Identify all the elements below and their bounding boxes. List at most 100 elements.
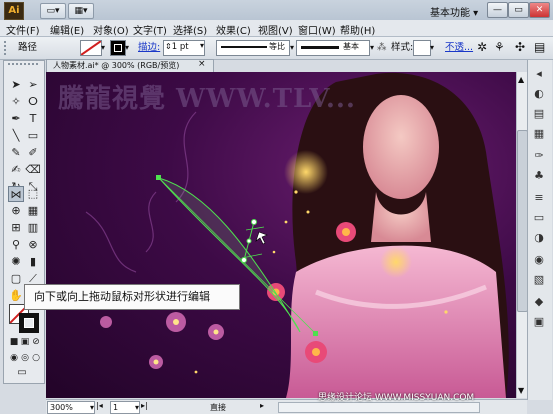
recolor-icon[interactable]: ✲ — [477, 40, 487, 54]
zoom-value: 300% — [50, 403, 73, 412]
zoom-dropdown-icon[interactable]: ▾ — [90, 402, 94, 413]
stroke-link[interactable]: 描边: — [138, 41, 160, 55]
none-mode-icon[interactable]: ⊘ — [28, 334, 44, 350]
layers-panel-icon[interactable]: ◆ — [531, 294, 547, 310]
gradient-tool-icon[interactable]: ▥ — [25, 220, 41, 236]
artboard-tool-icon[interactable]: ▢ — [8, 271, 24, 287]
selection-type-label: 路径 — [18, 42, 38, 53]
artboard-canvas[interactable]: 騰龍視覺 WWW.TLV... — [46, 72, 516, 398]
menu-effect[interactable]: 效果(C) — [216, 22, 251, 37]
width-tool-icon[interactable]: ⋈ — [8, 186, 24, 202]
style-label: 样式: — [391, 42, 414, 53]
last-page-icon[interactable]: ▸| — [141, 401, 148, 410]
hand-tool-icon[interactable]: ✋ — [8, 288, 24, 304]
blob-brush-tool-icon[interactable]: ✍ — [8, 162, 24, 178]
shape-builder-tool-icon[interactable]: ⊕ — [8, 203, 24, 219]
document-arrange-icon[interactable]: ▭▾ — [40, 3, 66, 19]
status-tool-label: 直接 — [210, 403, 226, 412]
menu-edit[interactable]: 编辑(E) — [50, 22, 84, 37]
fill-swatch[interactable] — [80, 40, 102, 56]
lasso-tool-icon[interactable]: ⵔ — [25, 94, 41, 110]
swatches-panel-icon[interactable]: ▦ — [531, 126, 547, 142]
type-tool-icon[interactable]: T — [25, 111, 41, 127]
horizontal-scrollbar[interactable] — [278, 402, 480, 413]
stroke-swatch[interactable] — [110, 40, 126, 56]
draw-inside-icon[interactable]: ○ — [28, 350, 44, 366]
blend-tool-icon[interactable]: ⊗ — [25, 237, 41, 253]
brush-tool-icon[interactable]: ⚘ — [494, 40, 505, 54]
scroll-up-icon[interactable]: ▲ — [518, 75, 524, 84]
view-arrange-icon[interactable]: ▦▾ — [68, 3, 94, 19]
graphic-styles-panel-icon[interactable]: ▧ — [531, 272, 547, 288]
eyedropper-tool-icon[interactable]: ⚲ — [8, 237, 24, 253]
close-button[interactable]: ✕ — [529, 2, 550, 18]
scroll-down-icon[interactable]: ▼ — [518, 386, 524, 395]
instruction-callout: 向下或向上拖动鼠标对形状进行编辑 — [24, 284, 240, 310]
color-guide-icon[interactable]: ▤ — [531, 106, 547, 122]
stroke-panel-icon[interactable]: ≡ — [531, 190, 547, 206]
screen-mode-icon[interactable]: ▭ — [14, 365, 30, 381]
page-dropdown-icon[interactable]: ▾ — [135, 402, 139, 413]
style-dropdown-icon[interactable]: ▾ — [430, 41, 434, 55]
stroke-indicator[interactable] — [19, 313, 39, 333]
profile-dropdown-icon[interactable]: ▾ — [290, 41, 294, 55]
direct-selection-tool-icon[interactable]: ➢ — [25, 77, 41, 93]
graph-tool-icon[interactable]: ▮ — [25, 254, 41, 270]
eraser-tool-icon[interactable]: ⌫ — [25, 162, 41, 178]
brush-label: 基本 — [343, 42, 359, 51]
collapse-panels-icon[interactable]: ◂ — [531, 66, 547, 82]
paintbrush-tool-icon[interactable]: ✎ — [8, 145, 24, 161]
workspace-switcher[interactable]: 基本功能 ▾ — [430, 4, 478, 19]
status-menu-icon[interactable]: ▸ — [260, 401, 264, 410]
stroke-weight-field[interactable]: ⇕1 pt ▾ — [163, 40, 205, 56]
stroke-weight-value: 1 pt — [171, 42, 189, 52]
menu-select[interactable]: 选择(S) — [173, 22, 207, 37]
selection-tool-icon[interactable]: ➤ — [8, 77, 24, 93]
brush-definition[interactable]: 基本 — [296, 40, 370, 56]
brushes-panel-icon[interactable]: ✑ — [531, 148, 547, 164]
menu-file[interactable]: 文件(F) — [6, 22, 40, 37]
appearance-panel-icon[interactable]: ◉ — [531, 252, 547, 268]
stepper-icon[interactable]: ⇕ — [165, 42, 172, 51]
pen-tool-icon[interactable]: ✒ — [8, 111, 24, 127]
app-logo: Ai — [4, 2, 24, 20]
maximize-button[interactable]: ▭ — [508, 2, 529, 18]
artboards-panel-icon[interactable]: ▣ — [531, 314, 547, 330]
menu-object[interactable]: 对象(O) — [93, 22, 129, 37]
minimize-button[interactable]: — — [487, 2, 508, 18]
fill-dropdown-icon[interactable]: ▾ — [101, 41, 105, 55]
weight-dropdown-icon[interactable]: ▾ — [200, 41, 204, 50]
page-field[interactable]: 1 ▾ — [110, 401, 140, 414]
opacity-link[interactable]: 不透... — [445, 41, 473, 55]
menu-view[interactable]: 视图(V) — [258, 22, 293, 37]
graphic-style-swatch[interactable] — [413, 40, 431, 56]
isolate-icon[interactable]: ✣ — [515, 40, 525, 54]
first-page-icon[interactable]: |◂ — [96, 401, 103, 410]
page-value: 1 — [113, 403, 119, 412]
gradient-panel-icon[interactable]: ▭ — [531, 210, 547, 226]
menu-window[interactable]: 窗口(W) — [298, 22, 336, 37]
stroke-dropdown-icon[interactable]: ▾ — [125, 41, 129, 55]
brush-dropdown-icon[interactable]: ▾ — [370, 41, 374, 55]
document-close-icon[interactable]: × — [198, 59, 206, 69]
free-transform-tool-icon[interactable]: ⬚ — [25, 186, 41, 202]
menu-type[interactable]: 文字(T) — [133, 22, 167, 37]
menu-help[interactable]: 帮助(H) — [340, 22, 375, 37]
symbol-sprayer-tool-icon[interactable]: ✺ — [8, 254, 24, 270]
brush-options-icon[interactable]: ⁂ — [377, 41, 387, 55]
mesh-tool-icon[interactable]: ⊞ — [8, 220, 24, 236]
line-tool-icon[interactable]: ╲ — [8, 128, 24, 144]
color-panel-icon[interactable]: ◐ — [531, 86, 547, 102]
document-tab[interactable]: 人物素材.ai* @ 300% (RGB/预览) — [46, 59, 214, 72]
footer-watermark: 思缘设计论坛 WWW.MISSYUAN.COM — [318, 393, 475, 403]
zoom-field[interactable]: 300% ▾ — [47, 401, 95, 414]
variable-width-profile[interactable]: 等比 — [216, 40, 290, 56]
panel-menu-icon[interactable]: ▤ — [534, 40, 545, 54]
transparency-panel-icon[interactable]: ◑ — [531, 230, 547, 246]
pencil-tool-icon[interactable]: ✐ — [25, 145, 41, 161]
magic-wand-tool-icon[interactable]: ✧ — [8, 94, 24, 110]
symbols-panel-icon[interactable]: ♣ — [531, 168, 547, 184]
no-fill-icon — [81, 41, 101, 55]
rectangle-tool-icon[interactable]: ▭ — [25, 128, 41, 144]
perspective-grid-tool-icon[interactable]: ▦ — [25, 203, 41, 219]
